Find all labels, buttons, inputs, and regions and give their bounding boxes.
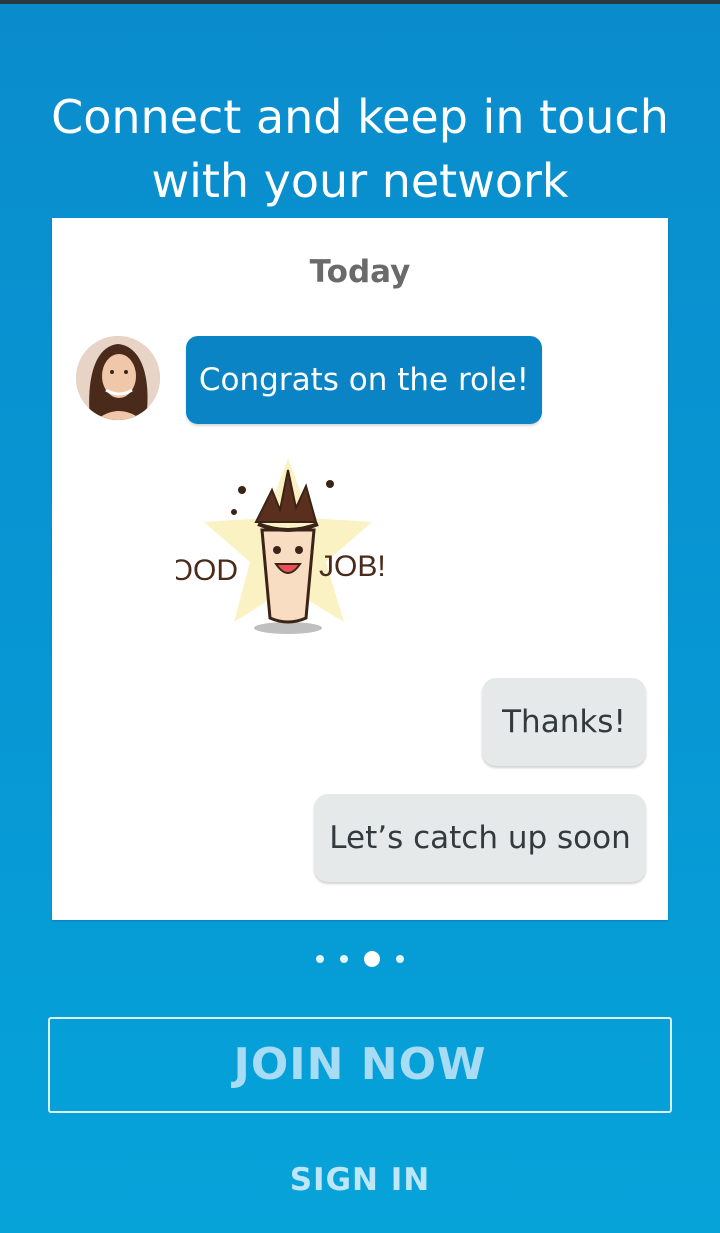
status-bar-strip	[0, 0, 720, 4]
outgoing-message-bubble: Thanks!	[482, 678, 646, 766]
sticker-left-word: GOOD	[176, 554, 238, 587]
page-dot-1[interactable]	[316, 954, 324, 963]
page-dot-3-active[interactable]	[364, 950, 380, 967]
incoming-message-bubble: Congrats on the role!	[186, 336, 542, 424]
date-separator: Today	[309, 254, 411, 290]
headline-line-2: with your network	[151, 153, 569, 208]
good-job-sticker-icon: GOOD JOB!	[176, 458, 386, 634]
outgoing-message-bubble: Let’s catch up soon	[314, 794, 646, 882]
page-indicator	[0, 950, 720, 974]
join-now-button[interactable]: JOIN NOW	[48, 1017, 672, 1113]
conversation-preview-card: Today Congrats on the role! GOOD JOB! Th…	[52, 218, 668, 920]
sticker-right-word: JOB!	[319, 550, 386, 583]
avatar	[76, 336, 160, 420]
page-title: Connect and keep in touch with your netw…	[0, 85, 720, 213]
person-avatar-icon	[76, 336, 160, 420]
sign-in-link[interactable]: SIGN IN	[0, 1162, 720, 1198]
headline-line-1: Connect and keep in touch	[51, 89, 669, 144]
page-dot-2[interactable]	[340, 954, 348, 963]
page-dot-4[interactable]	[396, 954, 404, 963]
